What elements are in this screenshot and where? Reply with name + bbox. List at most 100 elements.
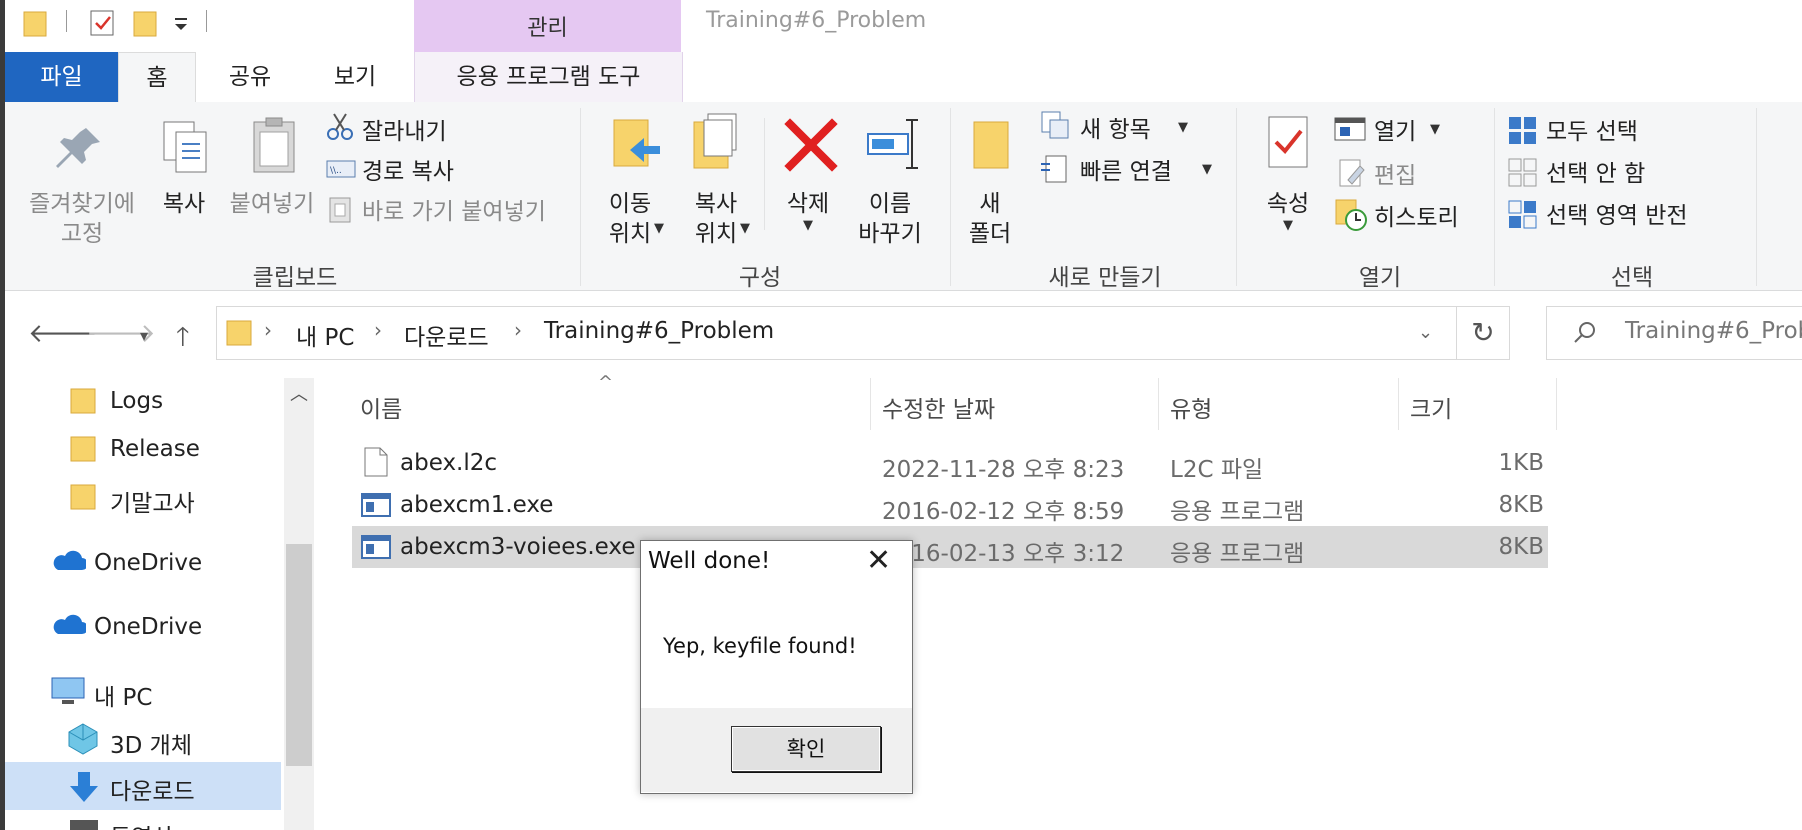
onedrive-icon <box>53 614 86 634</box>
search-placeholder: Training#6_Probl <box>1625 318 1802 344</box>
new-folder-button[interactable]: 새 <box>962 184 1018 218</box>
up-button[interactable]: 🡑 <box>176 318 190 362</box>
select-all-button[interactable]: 모두 선택 <box>1546 112 1638 146</box>
refresh-button[interactable]: ↻ <box>1456 306 1510 360</box>
move-to-label-line2: 위치 <box>608 221 652 247</box>
group-separator <box>950 108 951 286</box>
nav-item-release[interactable]: Release <box>110 436 200 462</box>
breadcrumb-separator[interactable]: › <box>264 318 272 342</box>
easy-access-button[interactable]: 빠른 연결 <box>1080 152 1172 186</box>
select-none-icon <box>1508 158 1537 187</box>
paste-shortcut-button[interactable]: 바로 가기 붙여넣기 <box>362 192 546 226</box>
invert-selection-button[interactable]: 선택 영역 반전 <box>1546 196 1688 230</box>
file-size: 1KB <box>1498 450 1545 476</box>
copy-button[interactable]: 복사 <box>152 184 216 218</box>
rename-button[interactable]: 이름 <box>850 184 930 218</box>
file-name[interactable]: abexcm3-voiees.exe <box>400 534 635 560</box>
column-divider[interactable] <box>870 378 871 430</box>
open-group-label: 열기 <box>1358 265 1402 291</box>
folder-icon[interactable] <box>22 8 48 38</box>
nav-item-my-pc[interactable]: 내 PC <box>94 678 152 712</box>
file-name[interactable]: abex.l2c <box>400 450 497 476</box>
new-item-button[interactable]: 새 항목 <box>1080 110 1151 144</box>
group-separator <box>1494 108 1495 286</box>
open-button[interactable]: 열기 <box>1374 112 1416 146</box>
organize-group-label: 구성 <box>738 265 782 291</box>
nav-item-downloads[interactable]: 다운로드 <box>110 772 195 806</box>
ok-button[interactable]: 확인 <box>731 726 881 772</box>
download-arrow-icon <box>70 772 98 802</box>
nav-item-final-exam[interactable]: 기말고사 <box>110 484 195 518</box>
breadcrumb-my-pc[interactable]: 내 PC <box>296 318 354 352</box>
tab-app-tools[interactable]: 응용 프로그램 도구 <box>414 52 683 102</box>
column-divider[interactable] <box>1398 378 1399 430</box>
breadcrumb-separator[interactable]: › <box>514 318 522 342</box>
chevron-down-icon: ▼ <box>654 221 664 236</box>
new-folder-icon[interactable] <box>132 8 158 38</box>
column-divider[interactable] <box>1556 378 1557 430</box>
nav-item-onedrive-2[interactable]: OneDrive <box>94 614 202 640</box>
recent-locations-button[interactable]: ▾ <box>140 326 148 345</box>
delete-button[interactable]: 삭제 <box>776 184 840 218</box>
properties-icon[interactable] <box>88 8 116 38</box>
rename-icon <box>867 119 918 169</box>
folder-icon <box>226 320 252 346</box>
column-divider[interactable] <box>1158 378 1159 430</box>
address-history-chevron-icon[interactable]: ⌄ <box>1418 322 1433 343</box>
chevron-down-icon: ▼ <box>803 218 813 233</box>
chevron-down-icon: ▼ <box>1178 120 1188 135</box>
tab-file[interactable]: 파일 <box>5 52 118 102</box>
file-icon <box>364 447 388 477</box>
tab-view[interactable]: 보기 <box>310 52 400 102</box>
column-header-modified[interactable]: 수정한 날짜 <box>882 390 995 424</box>
onedrive-icon <box>53 550 86 570</box>
window-title: Training#6_Problem <box>706 8 927 33</box>
column-header-type[interactable]: 유형 <box>1170 390 1212 424</box>
delete-icon <box>784 118 838 172</box>
nav-item-logs[interactable]: Logs <box>110 388 163 414</box>
copy-path-button[interactable]: 경로 복사 <box>362 152 454 186</box>
file-type: 응용 프로그램 <box>1170 499 1305 525</box>
group-separator <box>580 108 581 286</box>
breadcrumb-separator[interactable]: › <box>374 318 382 342</box>
select-none-button[interactable]: 선택 안 함 <box>1546 154 1645 188</box>
new-folder-label-line2: 폴더 <box>968 221 1012 247</box>
videos-icon <box>70 820 98 830</box>
file-name[interactable]: abexcm1.exe <box>400 492 553 518</box>
edit-button[interactable]: 편집 <box>1374 156 1416 190</box>
customize-qat-icon[interactable] <box>172 8 190 38</box>
scroll-up-arrow-icon[interactable]: ︿ <box>286 380 312 406</box>
clipboard-group-label: 클립보드 <box>252 265 338 291</box>
properties-button[interactable]: 속성 <box>1256 184 1320 218</box>
chevron-down-icon: ▼ <box>1202 162 1212 177</box>
column-header-size[interactable]: 크기 <box>1410 390 1452 424</box>
open-icon <box>1334 117 1366 141</box>
application-icon <box>361 493 391 517</box>
paste-icon <box>253 117 295 173</box>
cut-button[interactable]: 잘라내기 <box>362 112 447 146</box>
tab-home[interactable]: 홈 <box>118 52 196 103</box>
copy-to-button[interactable]: 복사 <box>684 184 748 218</box>
select-group-label: 선택 <box>1610 265 1654 291</box>
nav-item-onedrive[interactable]: OneDrive <box>94 550 202 576</box>
history-button[interactable]: 히스토리 <box>1374 198 1459 232</box>
invert-selection-icon <box>1508 200 1537 229</box>
breadcrumb-downloads[interactable]: 다운로드 <box>404 318 489 352</box>
file-modified: 2016-02-13 오후 3:12 <box>882 541 1125 567</box>
move-to-button[interactable]: 이동 <box>598 184 662 218</box>
file-modified: 2022-11-28 오후 8:23 <box>882 457 1125 483</box>
new-item-icon <box>1041 111 1069 139</box>
pin-to-quick-access-button[interactable]: 즐겨찾기에 <box>18 184 146 218</box>
nav-item-3d-objects[interactable]: 3D 개체 <box>110 726 192 760</box>
file-type: L2C 파일 <box>1170 457 1264 483</box>
breadcrumb-current-folder[interactable]: Training#6_Problem <box>544 318 774 344</box>
paste-button[interactable]: 붙여넣기 <box>222 184 322 218</box>
close-icon[interactable]: ✕ <box>866 546 891 576</box>
nav-scrollbar-thumb[interactable] <box>286 544 312 766</box>
application-icon <box>361 535 391 559</box>
column-header-name[interactable]: 이름 <box>360 390 402 424</box>
nav-item-videos[interactable]: 동영상 <box>110 818 173 830</box>
search-icon <box>1574 322 1595 343</box>
tab-share[interactable]: 공유 <box>210 52 290 102</box>
manage-tab-label: 관리 <box>527 16 568 41</box>
